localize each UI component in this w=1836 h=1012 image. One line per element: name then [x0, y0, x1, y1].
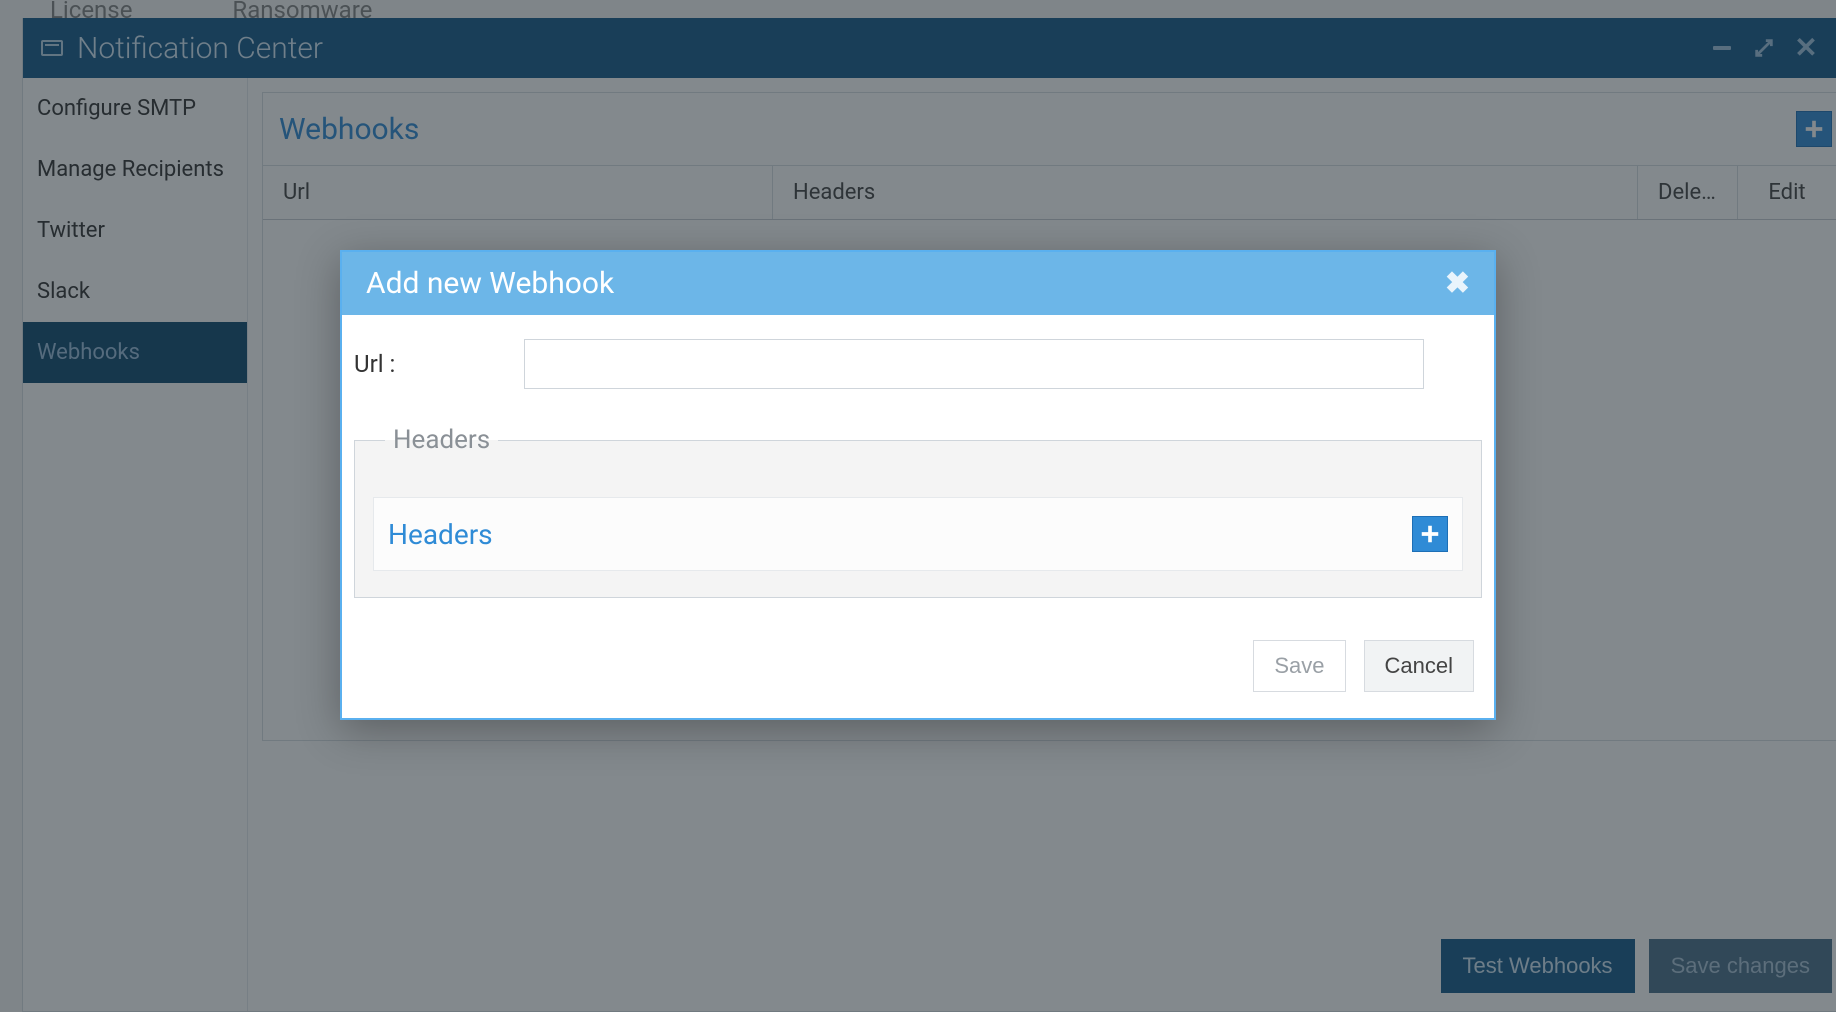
dialog-cancel-button[interactable]: Cancel [1364, 640, 1474, 692]
add-header-button[interactable] [1412, 516, 1448, 552]
headers-panel: Headers [373, 497, 1463, 571]
modal-overlay: Add new Webhook ✖ Url : Headers Headers [0, 0, 1836, 1012]
dialog-close-button[interactable]: ✖ [1445, 266, 1470, 301]
dialog-header: Add new Webhook ✖ [342, 252, 1494, 315]
dialog-save-button[interactable]: Save [1253, 640, 1345, 692]
headers-legend: Headers [385, 425, 498, 455]
plus-icon [1419, 523, 1441, 545]
headers-title: Headers [388, 518, 493, 551]
url-label: Url : [354, 350, 514, 378]
url-input[interactable] [524, 339, 1424, 389]
dialog-footer: Save Cancel [342, 618, 1494, 718]
dialog-title: Add new Webhook [366, 266, 614, 301]
add-webhook-dialog: Add new Webhook ✖ Url : Headers Headers [340, 250, 1496, 720]
headers-fieldset: Headers Headers [354, 425, 1482, 598]
